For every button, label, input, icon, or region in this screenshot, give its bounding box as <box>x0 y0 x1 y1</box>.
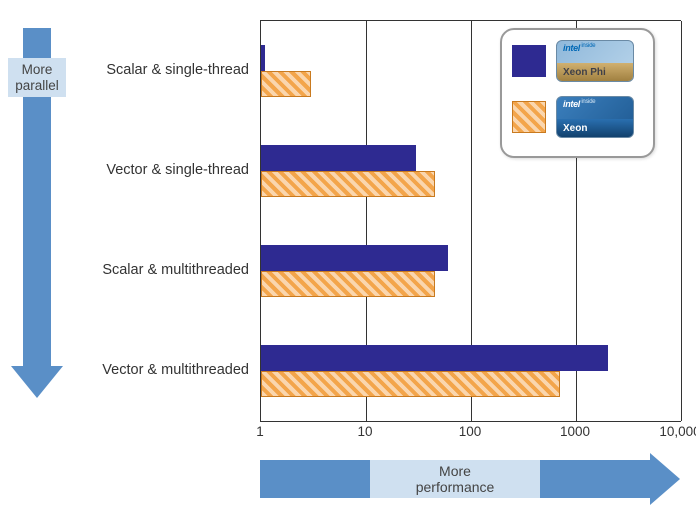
y-label-scalar-multi: Scalar & multithreaded <box>69 262 249 278</box>
y-label-scalar-single: Scalar & single-thread <box>69 62 249 78</box>
arrow-shaft <box>540 460 650 498</box>
bar-xeon-scalar-multi <box>261 271 435 297</box>
x-tick-100: 100 <box>459 424 482 439</box>
gridline-10000 <box>681 21 682 421</box>
arrow-shaft <box>23 97 51 366</box>
x-tick-1: 1 <box>256 424 264 439</box>
arrow-head-icon <box>11 366 63 398</box>
more-performance-label: More performance <box>370 460 540 498</box>
legend-swatch-phi <box>512 45 546 77</box>
bar-phi-vector-single <box>261 145 416 171</box>
bar-xeon-vector-single <box>261 171 435 197</box>
intel-xeon-phi-badge-icon: intel inside Xeon Phi <box>556 40 634 82</box>
more-parallel-label: More parallel <box>8 58 66 97</box>
y-label-vector-single: Vector & single-thread <box>69 162 249 178</box>
badge-brand: intel <box>563 43 580 53</box>
badge-brand: intel <box>563 99 580 109</box>
arrow-head-icon <box>650 453 680 505</box>
badge-product-xeon: Xeon <box>557 119 633 137</box>
x-tick-10000: 10,000 <box>659 424 696 439</box>
badge-inside-text: inside <box>581 43 595 49</box>
x-tick-1000: 1000 <box>560 424 590 439</box>
bar-phi-scalar-single <box>261 45 265 71</box>
bar-phi-scalar-multi <box>261 245 448 271</box>
intel-xeon-badge-icon: intel inside Xeon <box>556 96 634 138</box>
more-performance-arrow: More performance <box>260 460 680 498</box>
arrow-stub <box>23 28 51 58</box>
x-tick-10: 10 <box>357 424 372 439</box>
badge-inside-text: inside <box>581 99 595 105</box>
y-axis-labels: Scalar & single-thread Vector & single-t… <box>75 20 255 420</box>
bar-xeon-scalar-single <box>261 71 311 97</box>
y-label-vector-multi: Vector & multithreaded <box>69 362 249 378</box>
bar-phi-vector-multi <box>261 345 608 371</box>
arrow-stub <box>260 460 370 498</box>
more-parallel-arrow: More parallel <box>17 28 57 398</box>
legend-row-xeon: intel inside Xeon <box>512 96 643 138</box>
bar-xeon-vector-multi <box>261 371 560 397</box>
legend-swatch-xeon <box>512 101 546 133</box>
legend: intel inside Xeon Phi intel inside Xeon <box>500 28 655 158</box>
badge-product-phi: Xeon Phi <box>557 63 633 81</box>
legend-row-phi: intel inside Xeon Phi <box>512 40 643 82</box>
